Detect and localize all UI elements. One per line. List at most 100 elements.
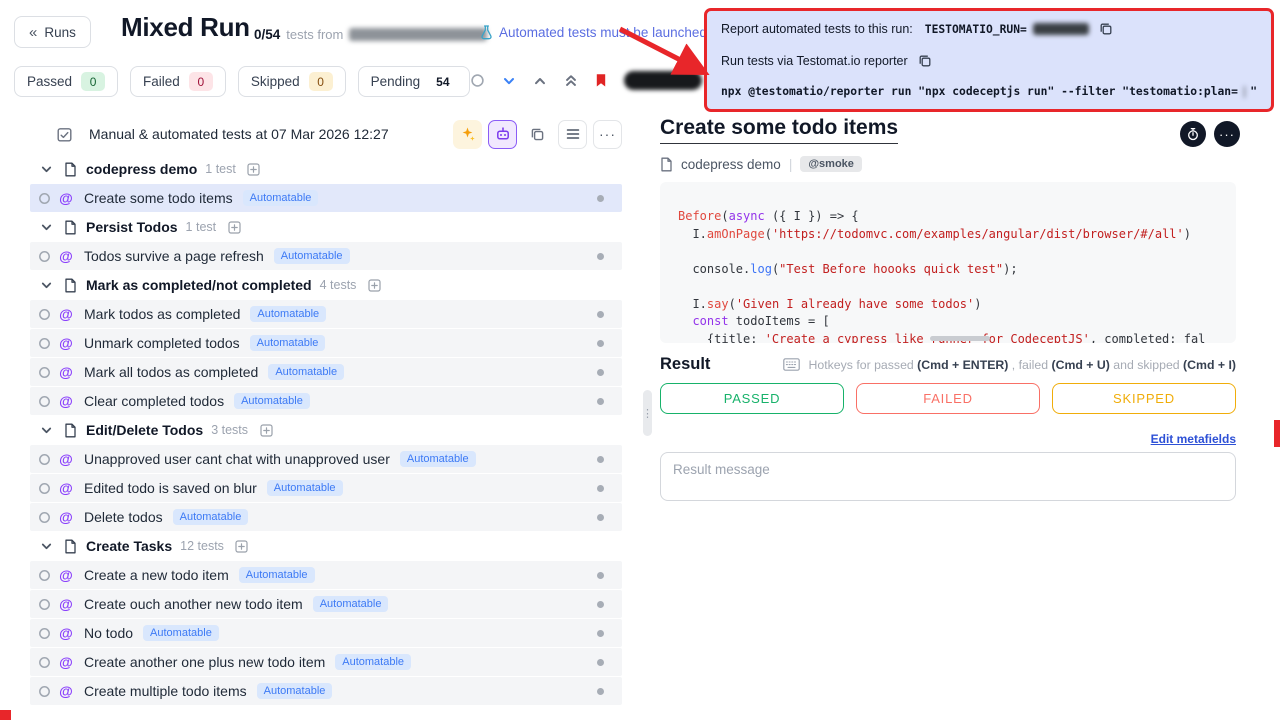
test-title: Mark todos as completed [84, 306, 240, 322]
result-passed-button[interactable]: PASSED [660, 383, 844, 414]
test-row[interactable]: @Mark todos as completedAutomatable [30, 300, 622, 328]
automated-test-icon: @ [58, 596, 74, 612]
ai-sparkles-button[interactable] [453, 120, 482, 149]
code-line [678, 278, 1218, 296]
copy-icon[interactable] [918, 54, 932, 68]
hamburger-icon [566, 128, 580, 140]
test-row[interactable]: @Delete todosAutomatable [30, 503, 622, 531]
automated-tests-launch-link[interactable]: Automated tests must be launched [480, 25, 707, 40]
test-row[interactable]: @No todoAutomatable [30, 619, 622, 647]
status-pending-icon[interactable] [36, 482, 52, 495]
test-title: Unmark completed todos [84, 335, 240, 351]
status-pending-icon[interactable] [36, 598, 52, 611]
test-row[interactable]: @Create a new todo itemAutomatable [30, 561, 622, 589]
launch-link-label: Automated tests must be launched [499, 25, 707, 40]
duplicate-view-button[interactable] [523, 120, 552, 149]
group-row[interactable]: Create Tasks12 tests [30, 532, 622, 560]
test-title: Create ouch another new todo item [84, 596, 303, 612]
expand-icon[interactable] [258, 424, 274, 437]
document-icon [62, 220, 78, 235]
chevron-down-icon[interactable] [38, 163, 54, 176]
status-pending-icon[interactable] [36, 192, 52, 205]
status-pending-icon[interactable] [36, 366, 52, 379]
list-more-button[interactable]: ··· [593, 120, 622, 149]
status-pending-icon[interactable] [36, 395, 52, 408]
automatable-badge: Automatable [335, 654, 411, 670]
test-title: Create another one plus new todo item [84, 654, 325, 670]
test-row[interactable]: @Unmark completed todosAutomatable [30, 329, 622, 357]
group-row[interactable]: Edit/Delete Todos3 tests [30, 416, 622, 444]
back-to-runs-button[interactable]: « Runs [14, 16, 91, 48]
result-buttons: PASSED FAILED SKIPPED [660, 383, 1236, 414]
automatable-badge: Automatable [239, 567, 315, 583]
status-dot [597, 688, 604, 695]
status-dot [597, 485, 604, 492]
group-row[interactable]: codepress demo1 test [30, 155, 622, 183]
test-row[interactable]: @Todos survive a page refreshAutomatable [30, 242, 622, 270]
test-row[interactable]: @Create some todo itemsAutomatable [30, 184, 622, 212]
horizontal-scrollbar-thumb[interactable] [930, 336, 990, 341]
status-pending-icon[interactable] [36, 656, 52, 669]
automated-view-button[interactable] [488, 120, 517, 149]
test-row[interactable]: @Mark all todos as completedAutomatable [30, 358, 622, 386]
redacted-toolbar-element [624, 71, 702, 90]
status-dot [597, 601, 604, 608]
status-pending-icon[interactable] [36, 511, 52, 524]
chevron-down-icon[interactable] [38, 279, 54, 292]
filter-passed-button[interactable]: Passed0 [14, 66, 118, 97]
status-pending-icon[interactable] [36, 250, 52, 263]
automatable-badge: Automatable [143, 625, 219, 641]
filter-failed-button[interactable]: Failed0 [130, 66, 226, 97]
breadcrumb-group: codepress demo [681, 157, 781, 172]
panel-resize-handle[interactable]: ⋮ [643, 390, 652, 436]
status-pending-icon[interactable] [36, 453, 52, 466]
expand-icon[interactable] [234, 540, 250, 553]
test-row[interactable]: @Unapproved user cant chat with unapprov… [30, 445, 622, 473]
chevron-down-icon[interactable] [38, 540, 54, 553]
test-row[interactable]: @Edited todo is saved on blurAutomatable [30, 474, 622, 502]
status-pending-icon[interactable] [36, 337, 52, 350]
test-row[interactable]: @Create another one plus new todo itemAu… [30, 648, 622, 676]
expand-icon[interactable] [366, 279, 382, 292]
chevron-down-icon[interactable] [38, 221, 54, 234]
status-pending-icon[interactable] [36, 627, 52, 640]
chevron-down-icon[interactable] [38, 424, 54, 437]
filter-bar: Passed0 Failed0 Skipped0 Pending54 [14, 66, 470, 97]
test-row[interactable]: @Clear completed todosAutomatable [30, 387, 622, 415]
tag-badge[interactable]: @smoke [800, 156, 862, 172]
chevron-up-icon[interactable] [533, 74, 547, 88]
expand-icon[interactable] [246, 163, 262, 176]
double-chevron-up-icon[interactable] [564, 73, 578, 88]
group-test-count: 1 test [186, 220, 217, 234]
status-circle-icon[interactable] [470, 73, 485, 88]
keyboard-icon [783, 358, 800, 371]
group-row[interactable]: Persist Todos1 test [30, 213, 622, 241]
result-failed-button[interactable]: FAILED [856, 383, 1040, 414]
test-detail-title: Create some todo items [660, 116, 898, 144]
status-pending-icon[interactable] [36, 685, 52, 698]
expand-icon[interactable] [226, 221, 242, 234]
result-message-input[interactable] [660, 452, 1236, 501]
callout-line-run-id: Report automated tests to this run: TEST… [721, 22, 1257, 36]
detail-more-button[interactable]: ··· [1214, 121, 1240, 147]
document-icon [660, 157, 673, 172]
test-row[interactable]: @Create ouch another new todo itemAutoma… [30, 590, 622, 618]
filter-skipped-button[interactable]: Skipped0 [238, 66, 346, 97]
timer-button[interactable] [1180, 121, 1206, 147]
chevron-down-icon[interactable] [502, 74, 516, 88]
group-row[interactable]: Mark as completed/not completed4 tests [30, 271, 622, 299]
list-view-button[interactable] [558, 120, 587, 149]
hotkeys-hint: Hotkeys for passed (Cmd + ENTER) , faile… [783, 358, 1236, 372]
run-toolbar-icons [470, 73, 607, 88]
test-row[interactable]: @Create multiple todo itemsAutomatable [30, 677, 622, 705]
edit-metafields-link[interactable]: Edit metafields [1151, 432, 1236, 446]
filter-count-badge: 0 [81, 72, 105, 91]
status-dot [597, 456, 604, 463]
status-pending-icon[interactable] [36, 308, 52, 321]
result-skipped-button[interactable]: SKIPPED [1052, 383, 1236, 414]
filter-pending-button[interactable]: Pending54 [358, 66, 470, 97]
copy-icon[interactable] [1099, 22, 1113, 36]
status-pending-icon[interactable] [36, 569, 52, 582]
test-title: Unapproved user cant chat with unapprove… [84, 451, 390, 467]
bookmark-flag-icon[interactable] [595, 73, 607, 88]
